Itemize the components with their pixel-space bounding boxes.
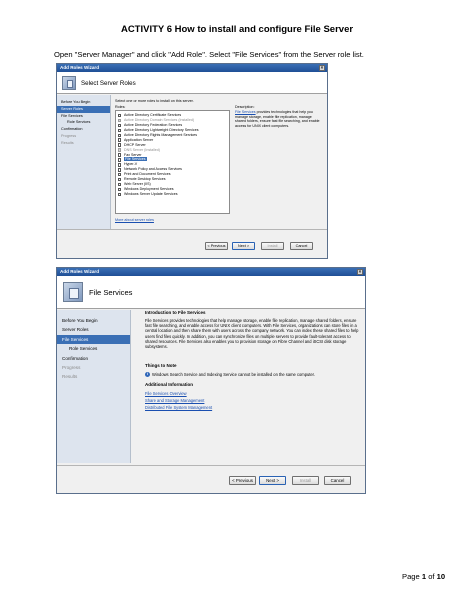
close-icon[interactable]: × [319,65,325,71]
intro-text: File Services provides technologies that… [145,318,359,350]
nav-step-progress: Progress [61,133,77,138]
additional-info-heading: Additional Information [145,382,193,387]
role-checkbox[interactable] [118,182,122,187]
role-checkbox[interactable] [118,173,122,177]
role-description: File Services provides technologies that… [235,110,323,128]
role-checkbox[interactable] [118,153,122,157]
wizard-header-title: Select Server Roles [81,80,136,87]
nav-step-server-roles[interactable]: Server Roles [57,325,130,334]
nav-step-results: Results [61,140,74,145]
info-icon: i [145,372,150,377]
nav-step-confirmation[interactable]: Confirmation [57,126,110,133]
role-checkbox[interactable] [118,113,122,118]
nav-step-role-services[interactable]: Role Services [57,119,110,126]
wizard-button-row: < Previous Next > Install Cancel [57,465,365,493]
nav-step-before-you-begin[interactable]: Before You Begin [57,316,130,325]
role-checkbox [118,118,122,123]
role-checkbox[interactable] [118,143,122,147]
previous-button[interactable]: < Previous [205,242,228,250]
nav-step-confirmation[interactable]: Confirmation [57,354,130,363]
intro-heading: Introduction to File Services [145,310,206,315]
window-title: Add Roles Wizard [60,65,100,70]
link-share-storage-management[interactable]: Share and Storage Management [145,398,204,403]
add-roles-wizard-select-roles: Add Roles Wizard × Select Server Roles B… [56,63,328,259]
next-button[interactable]: Next > [232,242,255,250]
wizard-step-nav: Before You Begin Server Roles File Servi… [57,310,131,463]
cancel-button[interactable]: Cancel [324,476,351,485]
page-number: Page 1 of 10 [402,572,446,581]
wizard-button-row: < Previous Next > Install Cancel [57,229,327,258]
file-services-icon [63,282,83,302]
role-checkbox[interactable] [118,177,122,182]
install-button: Install [261,242,284,250]
nav-step-server-roles[interactable]: Server Roles [57,105,110,113]
note-text: Windows Search Service and Indexing Serv… [152,372,315,377]
nav-step-results: Results [62,374,78,380]
nav-step-progress: Progress [62,364,81,370]
role-checkbox[interactable] [118,123,122,128]
role-checkbox[interactable] [118,187,122,192]
add-roles-wizard-file-services: Add Roles Wizard × File Services Before … [56,267,366,494]
document-title: ACTIVITY 6 How to install and configure … [120,24,354,35]
close-icon[interactable]: × [357,269,363,275]
role-checkbox[interactable] [118,133,122,137]
role-item[interactable]: Windows Server Update Services [117,192,228,197]
role-checkbox[interactable] [118,192,122,197]
wizard-header: Select Server Roles [57,72,327,94]
window-titlebar: Add Roles Wizard × [57,268,365,276]
server-roles-icon [62,76,76,90]
nav-step-role-services[interactable]: Role Services [57,344,130,353]
link-dfs-management[interactable]: Distributed File System Management [145,405,212,410]
roles-label: Roles: [115,105,126,109]
wizard-header: File Services [57,276,365,309]
more-about-roles-link[interactable]: More about server roles [115,218,154,222]
roles-instruction: Select one or more roles to install on t… [115,99,194,103]
window-title: Add Roles Wizard [60,269,100,274]
role-checkbox[interactable] [118,163,122,167]
wizard-content: Introduction to File Services File Servi… [145,310,363,460]
role-checkbox[interactable] [118,128,122,132]
cancel-button[interactable]: Cancel [290,242,313,250]
window-titlebar: Add Roles Wizard × [57,64,327,72]
document-instruction: Open "Server Manager" and click "Add Rol… [54,50,364,59]
notes-heading: Things to Note [145,363,177,368]
role-checkbox[interactable] [118,158,122,162]
previous-button[interactable]: < Previous [229,476,256,485]
role-checkbox [118,148,122,152]
description-label: Description: [235,105,255,109]
wizard-step-nav: Before You Begin Server Roles File Servi… [57,95,111,229]
note-item: i Windows Search Service and Indexing Ser… [145,372,315,377]
nav-step-file-services[interactable]: File Services [57,113,110,120]
nav-step-before-you-begin[interactable]: Before You Begin [57,99,110,106]
link-file-services-overview[interactable]: File Services Overview [145,391,187,396]
wizard-header-title: File Services [89,288,133,297]
install-button: Install [292,476,319,485]
wizard-content: Select one or more roles to install on t… [115,97,325,227]
role-checkbox[interactable] [118,138,122,142]
description-link-file-services[interactable]: File Services [235,110,256,114]
next-button[interactable]: Next > [259,476,286,485]
roles-list: Active Directory Certificate Services Ac… [115,110,230,214]
role-checkbox[interactable] [118,168,122,172]
nav-step-file-services[interactable]: File Services [57,334,130,345]
